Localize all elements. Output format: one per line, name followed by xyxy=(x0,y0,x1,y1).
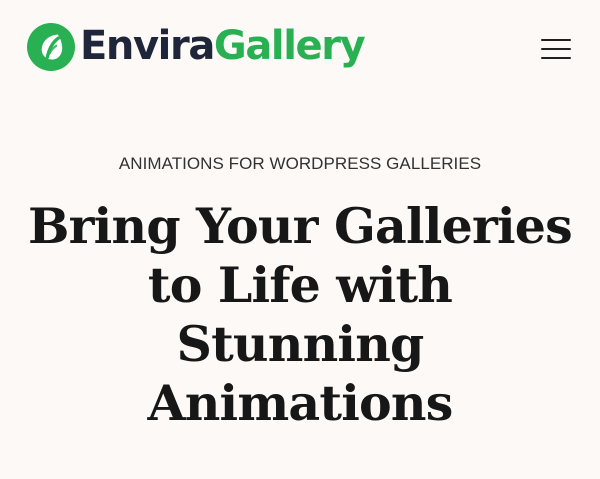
brand-logo-link[interactable]: Envira Gallery xyxy=(27,20,366,74)
hamburger-menu-icon xyxy=(541,57,571,60)
hero-eyebrow: ANIMATIONS FOR WORDPRESS GALLERIES xyxy=(118,154,482,173)
hero-title-line-2: to Life with xyxy=(147,256,453,314)
hero-title-line-1: Bring Your Galleries xyxy=(28,197,573,255)
hero-title: Bring Your Galleries to Life with Stunni… xyxy=(0,197,600,433)
brand-name-gallery: Gallery xyxy=(213,23,366,69)
page: Envira Gallery ANIMATIONS FOR WORDPRESS G… xyxy=(0,0,600,479)
hero-title-line-3: Stunning xyxy=(176,315,425,373)
brand-name: Envira Gallery xyxy=(80,23,366,69)
hamburger-menu-button[interactable] xyxy=(539,36,573,62)
hamburger-menu-icon xyxy=(541,39,571,42)
hamburger-menu-icon xyxy=(541,48,571,51)
hero-title-line-4: Animations xyxy=(147,374,454,432)
leaf-logo-icon xyxy=(27,23,75,71)
brand-name-envira: Envira xyxy=(80,23,215,69)
site-header: Envira Gallery xyxy=(0,0,600,96)
